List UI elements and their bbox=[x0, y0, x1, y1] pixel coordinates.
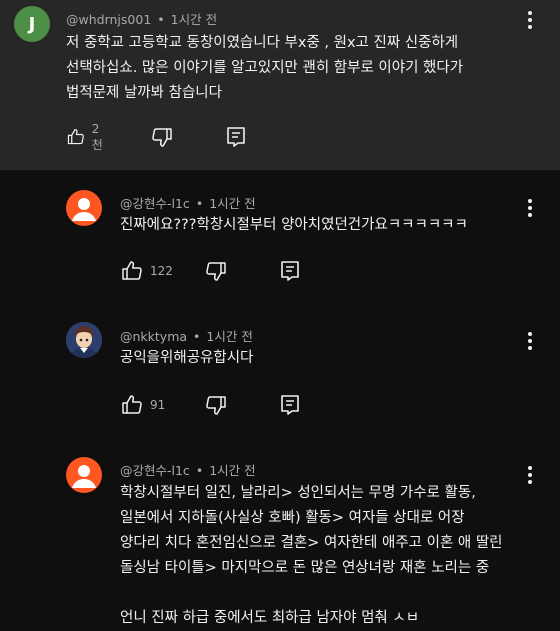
timestamp[interactable]: 1시간 전 bbox=[206, 329, 252, 344]
thumbs-up-icon bbox=[122, 261, 142, 280]
comment-meta: @whdrnjs001 • 1시간 전 bbox=[66, 9, 217, 28]
reply-button[interactable] bbox=[278, 259, 302, 283]
comment-line: 선택하십쇼. 많은 이야기를 알고있지만 괜히 함부로 이야기 했다가 bbox=[66, 60, 464, 76]
avatar[interactable] bbox=[66, 457, 102, 493]
timestamp[interactable]: 1시간 전 bbox=[209, 196, 255, 211]
thumbs-up-icon bbox=[67, 128, 84, 145]
timestamp[interactable]: 1시간 전 bbox=[171, 12, 217, 27]
like-button[interactable]: 2천 bbox=[66, 122, 107, 152]
comment-line: 돌싱남 타이틀> 마지막으로 돈 많은 연상녀랑 재혼 노리는 중 bbox=[120, 560, 490, 576]
comment-line: 학창시절부터 일진, 날라리> 성인되서는 무명 가수로 활동, bbox=[120, 485, 476, 501]
more-vert-icon[interactable] bbox=[518, 196, 542, 220]
comment-meta: @nkktyma • 1시간 전 bbox=[120, 326, 253, 345]
comment-line-blank bbox=[120, 581, 503, 606]
separator-dot: • bbox=[157, 12, 165, 27]
avatar[interactable]: J bbox=[14, 6, 50, 42]
author-name[interactable]: @whdrnjs001 bbox=[66, 12, 151, 27]
separator-dot: • bbox=[193, 329, 201, 344]
timestamp[interactable]: 1시간 전 bbox=[209, 463, 255, 478]
reply-icon bbox=[281, 395, 299, 415]
comment-text: 공익을위해공유합시다 bbox=[120, 346, 253, 371]
thumbs-up-icon bbox=[122, 395, 142, 414]
author-name[interactable]: @강현수-l1c bbox=[120, 463, 190, 478]
comment-text: 학창시절부터 일진, 날라리> 성인되서는 무명 가수로 활동, 일본에서 지하… bbox=[120, 481, 503, 631]
comment-line: 법적문제 날까봐 참습니다 bbox=[66, 85, 222, 101]
thumbs-down-icon bbox=[206, 262, 226, 281]
default-avatar-icon bbox=[72, 198, 96, 221]
comment-text: 진짜에요???학창시절부터 양아치였던건가요ㅋㅋㅋㅋㅋㅋ bbox=[120, 213, 468, 238]
like-button[interactable]: 122 bbox=[120, 259, 173, 283]
comment-line: 언니 진짜 하급 중에서도 최하급 남자야 멈춰 ㅅㅂ bbox=[120, 610, 420, 626]
like-count: 2천 bbox=[91, 121, 103, 152]
thumbs-down-icon bbox=[152, 128, 172, 147]
comment-line: 저 중학교 고등학교 동창이였습니다 부x중 , 원x고 진짜 신중하게 bbox=[66, 35, 459, 51]
like-button[interactable]: 91 bbox=[120, 393, 165, 417]
more-vert-icon[interactable] bbox=[518, 329, 542, 353]
separator-dot: • bbox=[195, 463, 204, 478]
thumbs-down-icon bbox=[206, 396, 226, 415]
dislike-button[interactable] bbox=[150, 125, 174, 149]
separator-dot: • bbox=[195, 196, 204, 211]
dislike-button[interactable] bbox=[204, 393, 228, 417]
anime-character-avatar-icon bbox=[66, 322, 102, 358]
avatar[interactable] bbox=[66, 322, 102, 358]
comment-meta: @강현수-l1c • 1시간 전 bbox=[120, 460, 256, 479]
comment-text: 저 중학교 고등학교 동창이였습니다 부x중 , 원x고 진짜 신중하게 선택하… bbox=[66, 31, 463, 106]
more-vert-icon[interactable] bbox=[518, 463, 542, 487]
avatar[interactable] bbox=[66, 190, 102, 226]
dislike-button[interactable] bbox=[204, 259, 228, 283]
like-count: 91 bbox=[150, 398, 166, 412]
more-vert-icon[interactable] bbox=[518, 8, 542, 32]
default-avatar-icon bbox=[72, 465, 96, 488]
comment-line: 양다리 치다 혼전임신으로 결혼> 여자한테 애주고 이혼 애 딸린 bbox=[120, 535, 503, 551]
reply-button[interactable] bbox=[278, 393, 302, 417]
comment-line: 진짜에요???학창시절부터 양아치였던건가요ㅋㅋㅋㅋㅋㅋ bbox=[120, 217, 468, 233]
comment-meta: @강현수-l1c • 1시간 전 bbox=[120, 193, 256, 212]
reply-icon bbox=[227, 127, 245, 147]
reply-button[interactable] bbox=[224, 125, 248, 149]
author-name[interactable]: @강현수-l1c bbox=[120, 196, 190, 211]
author-name[interactable]: @nkktyma bbox=[120, 329, 187, 344]
comment-line: 일본에서 지하돌(사실상 호빠) 활동> 여자들 상대로 어장 bbox=[120, 510, 465, 526]
reply-icon bbox=[281, 261, 299, 281]
comment-line: 공익을위해공유합시다 bbox=[120, 350, 254, 366]
like-count: 122 bbox=[150, 264, 173, 278]
